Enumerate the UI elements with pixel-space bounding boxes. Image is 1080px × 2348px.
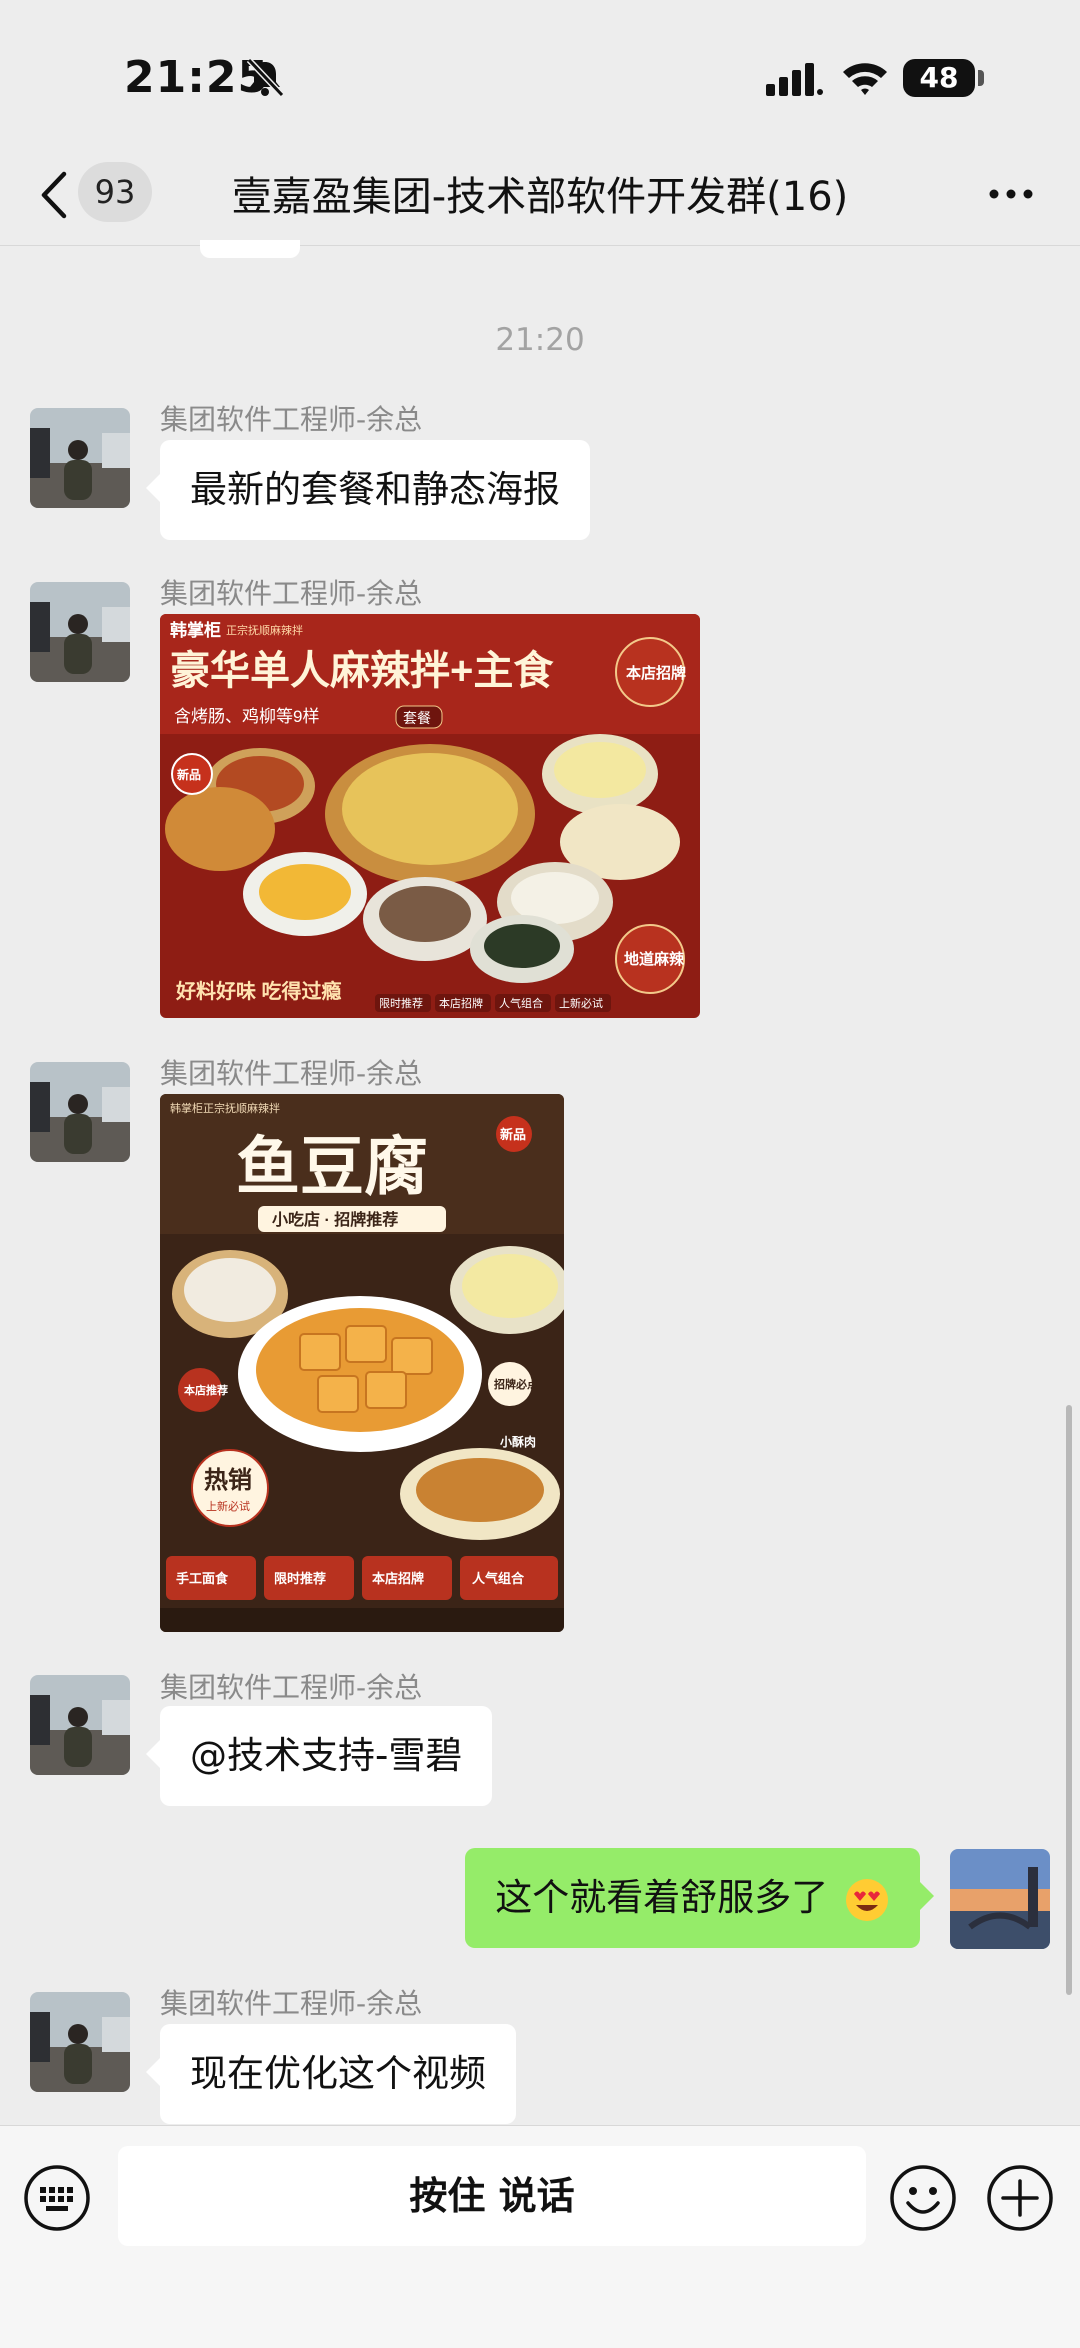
chat-title: 壹嘉盈集团-技术部软件开发群(16): [231, 174, 849, 220]
bell-muted-icon: [246, 57, 285, 98]
plus-icon[interactable]: [985, 2163, 1055, 2233]
poster1-chip: 上新必试: [559, 996, 603, 1010]
heart-eyes-emoji-icon: [846, 1878, 888, 1921]
my-avatar[interactable]: [950, 1849, 1050, 1949]
avatar[interactable]: [30, 408, 130, 508]
poster2-button: 本店招牌: [372, 1571, 424, 1586]
poster1-bottom: 好料好味 吃得过瘾: [175, 979, 342, 1003]
keyboard-icon[interactable]: [22, 2163, 92, 2233]
sender-name: 集团软件工程师-余总: [160, 1057, 423, 1090]
my-message-text: 这个就看着舒服多了: [495, 1876, 829, 1919]
battery-icon: 48: [903, 59, 975, 97]
poster2-hot: 热销: [204, 1467, 252, 1494]
poster1-chip: 人气组合: [499, 996, 543, 1010]
chat-header: 93 壹嘉盈集团-技术部软件开发群(16): [0, 150, 1080, 246]
image-message-poster-2[interactable]: 韩掌柜正宗抚顺麻辣拌 鱼豆腐 新品 小吃店 · 招牌推荐 本店推荐 招牌必点 热…: [160, 1094, 564, 1632]
poster1-seal: 本店招牌: [626, 664, 686, 682]
message-bubble[interactable]: @技术支持-雪碧: [145, 1706, 493, 1806]
more-icon[interactable]: [986, 184, 1036, 204]
avatar[interactable]: [30, 1062, 130, 1162]
poster1-tag: 套餐: [403, 710, 431, 726]
message-bubble[interactable]: 现在优化这个视频: [146, 2024, 516, 2124]
poster2-sub: 小吃店 · 招牌推荐: [272, 1210, 398, 1229]
avatar[interactable]: [30, 1992, 130, 2092]
poster1-sub: 含烤肠、鸡柳等9样: [174, 707, 319, 726]
poster2-button: 限时推荐: [274, 1571, 326, 1586]
poster1-brand: 韩掌柜: [170, 620, 221, 640]
poster2-button: 手工面食: [176, 1571, 229, 1586]
wifi-icon: [843, 63, 887, 95]
poster2-recommend: 本店推荐: [184, 1383, 228, 1397]
previous-message-bubble: [200, 240, 300, 258]
poster2-headline: 鱼豆腐: [236, 1131, 428, 1203]
poster1-chip: 本店招牌: [439, 996, 483, 1010]
sender-name: 集团软件工程师-余总: [160, 403, 423, 436]
sender-name: 集团软件工程师-余总: [160, 1987, 423, 2020]
image-message-poster-1[interactable]: 韩掌柜 正宗抚顺麻辣拌 豪华单人麻辣拌+主食 含烤肠、鸡柳等9样 套餐 本店招牌…: [160, 614, 700, 1018]
poster2-button: 人气组合: [472, 1571, 525, 1586]
poster2-small-top: 韩掌柜正宗抚顺麻辣拌: [170, 1101, 280, 1115]
sender-name: 集团软件工程师-余总: [160, 1671, 423, 1704]
avatar[interactable]: [30, 1675, 130, 1775]
avatar[interactable]: [30, 582, 130, 682]
battery-cap: [978, 70, 984, 86]
unread-count-badge[interactable]: 93: [78, 162, 152, 222]
message-bubble[interactable]: 最新的套餐和静态海报: [146, 440, 590, 540]
poster1-chip: 限时推荐: [379, 996, 423, 1010]
back-icon[interactable]: [36, 168, 72, 222]
poster2-new-badge: 新品: [500, 1127, 526, 1142]
poster1-headline: 豪华单人麻辣拌+主食: [170, 649, 554, 693]
sender-name: 集团软件工程师-余总: [160, 577, 423, 610]
signal-icon: [766, 63, 823, 96]
poster1-tagline: 正宗抚顺麻辣拌: [226, 623, 303, 637]
poster2-hot-sub: 上新必试: [206, 1499, 250, 1513]
poster2-crispy: 小酥肉: [500, 1434, 536, 1449]
scrollbar[interactable]: [1066, 1405, 1072, 1995]
status-bar: 21:25 48: [0, 0, 1080, 150]
hold-to-talk-button[interactable]: 按住 说话: [118, 2146, 866, 2246]
poster2-must-try: 招牌必点: [494, 1377, 538, 1391]
poster1-new-badge: 新品: [177, 767, 201, 782]
poster1-corner: 地道麻辣: [624, 950, 685, 968]
my-message-bubble[interactable]: 这个就看着舒服多了: [465, 1848, 934, 1948]
chat-timestamp: 21:20: [495, 322, 585, 358]
emoji-icon[interactable]: [888, 2163, 958, 2233]
input-bar: 按住 说话: [0, 2125, 1080, 2348]
